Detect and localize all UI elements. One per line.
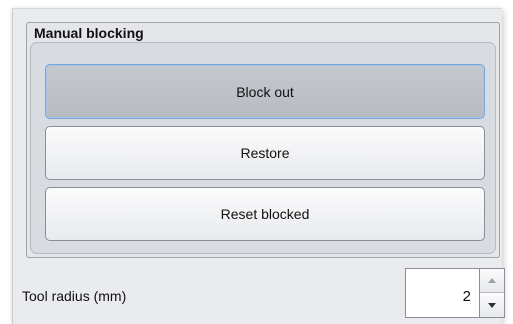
tool-window: Manual blocking Block out Restore Reset … — [0, 0, 513, 324]
spinner-buttons — [479, 268, 505, 318]
block-out-button[interactable]: Block out — [45, 64, 485, 119]
tool-radius-spinner — [405, 268, 505, 318]
triangle-down-icon — [488, 302, 496, 308]
spinner-decrement-button[interactable] — [480, 293, 504, 317]
tool-radius-label: Tool radius (mm) — [22, 288, 127, 304]
triangle-up-icon — [488, 278, 496, 283]
spinner-increment-button[interactable] — [480, 269, 504, 293]
tool-radius-input[interactable] — [405, 268, 479, 318]
restore-button[interactable]: Restore — [45, 126, 485, 180]
manual-blocking-title: Manual blocking — [34, 25, 144, 41]
reset-blocked-button[interactable]: Reset blocked — [45, 187, 485, 241]
